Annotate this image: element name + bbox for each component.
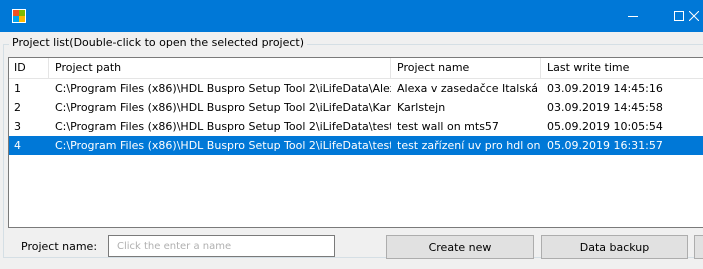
title-bar: [0, 0, 703, 32]
cell-id: 2: [14, 101, 21, 114]
cell-path: C:\Program Files (x86)\HDL Buspro Setup …: [55, 120, 391, 133]
cell-id: 4: [14, 139, 21, 152]
cell-path: C:\Program Files (x86)\HDL Buspro Setup …: [55, 101, 391, 114]
cell-time: 05.09.2019 10:05:54: [547, 120, 663, 133]
column-header-name[interactable]: Project name: [392, 58, 541, 78]
project-name-input[interactable]: [108, 235, 335, 257]
cell-path: C:\Program Files (x86)\HDL Buspro Setup …: [55, 82, 391, 95]
cell-name: Karlstejn: [397, 101, 446, 114]
table-row[interactable]: 2 C:\Program Files (x86)\HDL Buspro Setu…: [9, 98, 703, 117]
table-header: ID Project path Project name Last write …: [9, 58, 703, 79]
table-row-selected[interactable]: 4 C:\Program Files (x86)\HDL Buspro Setu…: [9, 136, 703, 155]
cell-name: test zařízení uv pro hdl on: [397, 139, 541, 152]
project-table[interactable]: ID Project path Project name Last write …: [8, 57, 703, 228]
create-new-button[interactable]: Create new: [386, 235, 534, 259]
close-button[interactable]: [686, 0, 703, 32]
column-header-path[interactable]: Project path: [50, 58, 391, 78]
cell-name: Alexa v zasedačce Italská: [397, 82, 539, 95]
main-panel: Project list(Double-click to open the se…: [0, 32, 703, 269]
table-row[interactable]: 3 C:\Program Files (x86)\HDL Buspro Setu…: [9, 117, 703, 136]
partial-button[interactable]: [694, 235, 703, 259]
cell-time: 05.09.2019 16:31:57: [547, 139, 663, 152]
cell-time: 03.09.2019 14:45:16: [547, 82, 663, 95]
app-icon: [12, 9, 26, 23]
column-header-id[interactable]: ID: [9, 58, 49, 78]
close-icon: [689, 11, 699, 21]
cell-name: test wall on mts57: [397, 120, 499, 133]
table-row[interactable]: 1 C:\Program Files (x86)\HDL Buspro Setu…: [9, 79, 703, 98]
column-header-time[interactable]: Last write time: [542, 58, 703, 78]
minimize-button[interactable]: [610, 0, 656, 32]
minimize-icon: [628, 16, 638, 17]
cell-path: C:\Program Files (x86)\HDL Buspro Setup …: [55, 139, 391, 152]
data-backup-button[interactable]: Data backup: [541, 235, 688, 259]
maximize-icon: [674, 11, 684, 21]
cell-id: 3: [14, 120, 21, 133]
cell-time: 03.09.2019 14:45:58: [547, 101, 663, 114]
project-name-label: Project name:: [21, 240, 98, 253]
group-caption: Project list(Double-click to open the se…: [9, 36, 308, 50]
cell-id: 1: [14, 82, 21, 95]
